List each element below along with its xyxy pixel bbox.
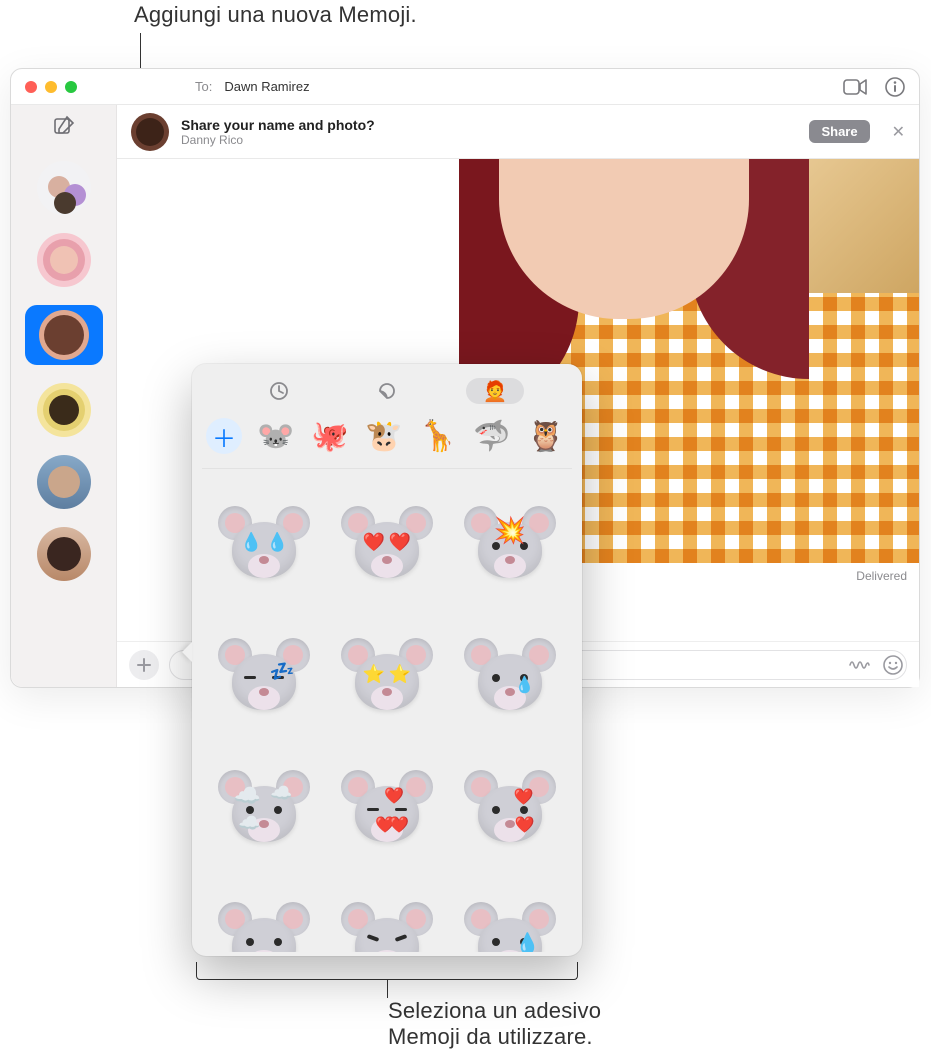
close-window-button[interactable] <box>25 81 37 93</box>
sticker-mouse-crying[interactable]: 💧 <box>451 613 568 739</box>
tab-memoji[interactable]: 🧑‍🦰 <box>466 378 524 404</box>
memoji-char-cow[interactable]: 🐮 <box>364 416 404 456</box>
emoji-picker-button[interactable] <box>881 653 905 677</box>
callout-bracket <box>196 962 578 980</box>
memoji-character-row: ＋ 🐭 🐙 🐮 🦒 🦈 🦉 <box>202 408 572 469</box>
titlebar: To: Dawn Ramirez <box>11 69 919 105</box>
tab-stickers[interactable] <box>358 378 416 404</box>
sidebar-item-contact-2[interactable] <box>37 233 91 287</box>
apps-plus-button[interactable] <box>129 650 159 680</box>
facetime-video-button[interactable] <box>843 75 867 99</box>
sticker-mouse-two-hearts[interactable]: ❤️ ❤️ <box>451 745 568 871</box>
sticker-mouse-cold-sweat[interactable]: 💧 <box>451 877 568 952</box>
minimize-window-button[interactable] <box>45 81 57 93</box>
voice-message-button[interactable] <box>847 653 871 677</box>
to-label: To: <box>195 79 212 94</box>
sticker-mouse-starstruck[interactable]: ⭐⭐ <box>329 613 446 739</box>
conversation-sidebar <box>11 105 117 687</box>
sticker-mouse-in-clouds[interactable]: ☁️ ☁️ ☁️ <box>206 745 323 871</box>
sidebar-item-contact-selected[interactable] <box>25 305 103 365</box>
sticker-mouse-sleeping[interactable]: 💤 <box>206 613 323 739</box>
add-new-memoji-button[interactable]: ＋ <box>206 418 242 454</box>
sidebar-item-group[interactable] <box>37 161 91 215</box>
share-button[interactable]: Share <box>809 120 869 143</box>
delivered-status: Delivered <box>856 569 907 583</box>
zoom-window-button[interactable] <box>65 81 77 93</box>
memoji-char-giraffe[interactable]: 🦒 <box>418 416 458 456</box>
sticker-mouse-blowing-kiss[interactable]: ❤️ ❤️ ❤️ <box>329 745 446 871</box>
sticker-mouse-worried[interactable] <box>206 877 323 952</box>
memoji-sticker-popover: 🧑‍🦰 ＋ 🐭 🐙 🐮 🦒 🦈 🦉 💧💧 ❤️❤️ 💥 <box>192 364 582 956</box>
dismiss-banner-button[interactable]: ✕ <box>892 122 905 142</box>
sidebar-item-contact-4[interactable] <box>37 383 91 437</box>
window-controls <box>25 81 77 93</box>
to-name: Dawn Ramirez <box>224 79 309 94</box>
memoji-char-mouse[interactable]: 🐭 <box>256 416 296 456</box>
sidebar-item-contact-6[interactable] <box>37 527 91 581</box>
sticker-mouse-tears-of-joy[interactable]: 💧💧 <box>206 481 323 607</box>
memoji-char-shark[interactable]: 🦈 <box>472 416 512 456</box>
compose-button[interactable] <box>53 115 75 137</box>
share-name-photo-banner: Share your name and photo? Danny Rico Sh… <box>117 105 919 159</box>
annotation-bottom-1: Seleziona un adesivo <box>388 998 601 1024</box>
annotation-top: Aggiungi una nuova Memoji. <box>134 2 417 28</box>
share-banner-avatar <box>131 113 169 151</box>
memoji-char-owl[interactable]: 🦉 <box>526 416 566 456</box>
annotation-bottom-2: Memoji da utilizzare. <box>388 1024 593 1050</box>
share-banner-subtitle: Danny Rico <box>181 133 375 147</box>
memoji-sticker-grid: 💧💧 ❤️❤️ 💥 💤 ⭐⭐ 💧 <box>202 469 572 952</box>
sidebar-item-contact-5[interactable] <box>37 455 91 509</box>
tab-recents[interactable] <box>250 378 308 404</box>
sticker-mouse-angry[interactable] <box>329 877 446 952</box>
memoji-char-octopus[interactable]: 🐙 <box>310 416 350 456</box>
sticker-mouse-mind-blown[interactable]: 💥 <box>451 481 568 607</box>
details-info-button[interactable] <box>883 75 907 99</box>
sticker-mouse-heart-eyes[interactable]: ❤️❤️ <box>329 481 446 607</box>
popover-tabs: 🧑‍🦰 <box>202 374 572 408</box>
share-banner-question: Share your name and photo? <box>181 117 375 133</box>
